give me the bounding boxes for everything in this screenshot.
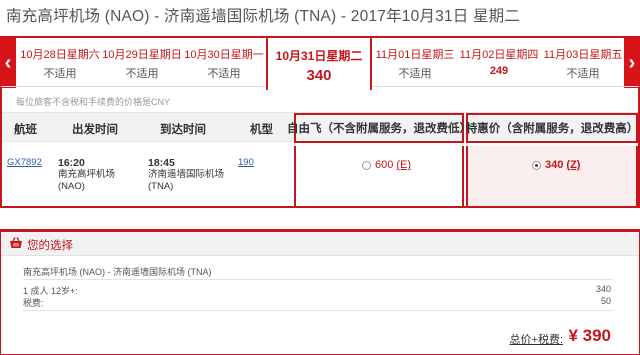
radio-unselected-icon[interactable] xyxy=(362,160,371,170)
choice-route: 南充高坪机场 (NAO) - 济南遥墙国际机场 (TNA) xyxy=(23,267,212,277)
header-fare-free: 自由飞（不含附属服务，退改费低） xyxy=(287,113,471,143)
total-price: ¥ 390 xyxy=(568,326,611,345)
price-note: 每位旅客不含税和手续费的价格是CNY xyxy=(16,97,171,107)
date-selector-bar: ‹ 10月28日星期六 不适用 10月29日星期日 不适用 10月30日星期一 … xyxy=(0,36,640,90)
tax-value: 50 xyxy=(600,296,611,306)
divider xyxy=(23,279,613,280)
flight-results-panel: 每位旅客不含税和手续费的价格是CNY 航班 出发时间 到达时间 机型 自由飞（不… xyxy=(0,86,640,208)
date-tab-1102[interactable]: 11月02日星期四 249 xyxy=(458,38,540,88)
aircraft-type-link[interactable]: 190 xyxy=(238,157,254,169)
date-tab-1103[interactable]: 11月03日星期五 不适用 xyxy=(542,38,624,88)
departure-time: 16:20 xyxy=(58,157,85,169)
arrival-airport: 济南遥墙国际机场 xyxy=(148,169,225,180)
date-tab-1031-selected[interactable]: 10月31日星期二 340 xyxy=(266,36,372,90)
date-label: 10月28日星期六 xyxy=(20,49,100,61)
header-depart: 出发时间 xyxy=(72,124,118,136)
header-fare-special: 特惠价（含附属服务，退改费高） xyxy=(466,113,638,143)
date-label: 10月29日星期日 xyxy=(102,49,182,61)
date-label: 11月02日星期四 xyxy=(459,49,539,61)
table-header: 航班 出发时间 到达时间 机型 自由飞（不含附属服务，退改费低） 特惠价（含附属… xyxy=(2,112,638,143)
date-tab-1028[interactable]: 10月28日星期六 不适用 xyxy=(20,38,100,88)
total-label-text[interactable]: 总价+税费: xyxy=(510,334,563,346)
date-tab-1029[interactable]: 10月29日星期日 不适用 xyxy=(102,38,182,88)
total-label: 总价+税费: xyxy=(510,331,563,347)
arrival-time: 18:45 xyxy=(148,157,175,169)
date-label: 10月31日星期二 xyxy=(275,49,363,63)
fare-free-price: 600 xyxy=(375,159,394,171)
passenger-fare: 340 xyxy=(595,284,611,294)
fare-option-special[interactable]: 340 (Z) xyxy=(532,159,580,171)
arrival-code: (TNA) xyxy=(148,181,174,192)
fare-free-class[interactable]: (E) xyxy=(396,159,411,171)
date-price: 不适用 xyxy=(43,68,77,80)
header-flight: 航班 xyxy=(14,124,37,136)
header-arrive: 到达时间 xyxy=(160,124,206,136)
date-price: 不适用 xyxy=(125,68,159,80)
date-label: 11月03日星期五 xyxy=(543,49,623,61)
your-choice-header: 您的选择 xyxy=(1,232,639,256)
divider xyxy=(23,310,613,311)
fare-column-special xyxy=(466,146,638,206)
fare-option-free[interactable]: 600 (E) xyxy=(362,159,411,171)
header-aircraft: 机型 xyxy=(250,124,273,136)
date-price: 不适用 xyxy=(207,68,241,80)
date-price: 340 xyxy=(306,67,332,84)
departure-info: 16:20 南充高坪机场 (NAO) xyxy=(58,157,115,193)
date-label: 10月30日星期一 xyxy=(184,49,264,61)
flight-number-link[interactable]: GX7892 xyxy=(7,157,42,169)
date-price: 不适用 xyxy=(398,68,432,80)
your-choice-title: 您的选择 xyxy=(27,240,73,252)
departure-code: (NAO) xyxy=(58,181,85,192)
date-tab-1101[interactable]: 11月01日星期三 不适用 xyxy=(374,38,456,88)
next-dates-arrow-icon[interactable]: › xyxy=(624,38,640,88)
date-price: 249 xyxy=(489,65,509,77)
tax-label: 税费: xyxy=(23,298,44,308)
shopping-basket-icon xyxy=(10,237,22,248)
departure-airport: 南充高坪机场 xyxy=(58,169,116,180)
fare-column-free xyxy=(294,146,464,206)
fare-special-price: 340 xyxy=(545,159,564,171)
fare-special-class[interactable]: (Z) xyxy=(566,159,580,171)
previous-dates-arrow-icon[interactable]: ‹ xyxy=(0,38,16,88)
date-tab-1030[interactable]: 10月30日星期一 不适用 xyxy=(184,38,264,88)
date-price: 不适用 xyxy=(566,68,600,80)
radio-selected-icon[interactable] xyxy=(532,160,541,170)
arrival-info: 18:45 济南遥墙国际机场 (TNA) xyxy=(148,157,224,193)
your-choice-panel: 您的选择 南充高坪机场 (NAO) - 济南遥墙国际机场 (TNA) 1 成人 … xyxy=(0,229,640,355)
date-label: 11月01日星期三 xyxy=(375,49,455,61)
route-title: 南充高坪机场 (NAO) - 济南遥墙国际机场 (TNA) - 2017年10月… xyxy=(6,8,521,25)
